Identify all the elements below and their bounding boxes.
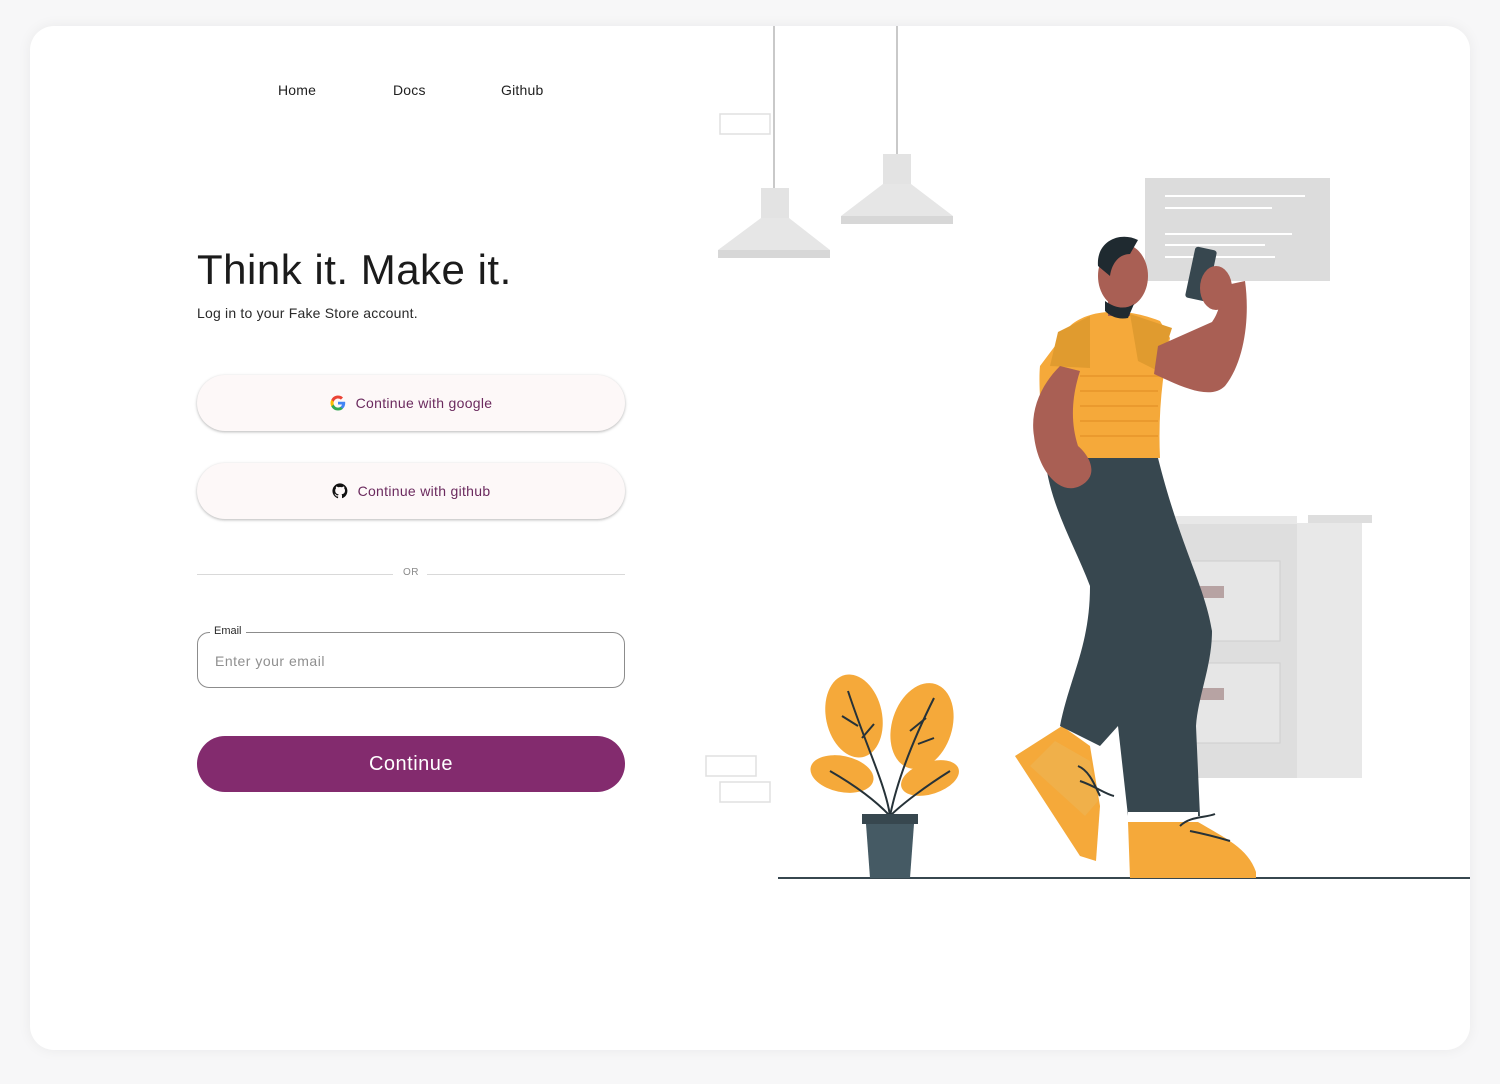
continue-with-github-button[interactable]: Continue with github (197, 463, 625, 519)
person-with-phone-illustration (705, 26, 1470, 879)
lamp-right-icon (841, 26, 953, 224)
potted-plant-icon (810, 674, 959, 878)
divider-line-right (427, 574, 625, 575)
wall-brick-icons (705, 113, 771, 803)
continue-button[interactable]: Continue (197, 736, 625, 792)
wall-board-icon (1145, 178, 1330, 281)
google-icon (330, 395, 346, 411)
email-input[interactable] (213, 633, 617, 689)
divider-text: OR (403, 567, 419, 578)
nav-github-link[interactable]: Github (501, 82, 543, 98)
google-button-label: Continue with google (355, 395, 493, 411)
email-field: Email (197, 625, 625, 689)
page-subtitle: Log in to your Fake Store account. (197, 305, 418, 321)
nav-docs-link[interactable]: Docs (393, 82, 426, 98)
or-divider: OR (197, 567, 625, 581)
continue-with-google-button[interactable]: Continue with google (197, 375, 625, 431)
page-title: Think it. Make it. (197, 246, 512, 293)
lamp-left-icon (718, 26, 830, 258)
login-page: Home Docs Github Think it. Make it. Log … (30, 26, 1470, 1050)
github-icon (331, 483, 348, 499)
nav-home-link[interactable]: Home (278, 82, 316, 98)
github-button-label: Continue with github (357, 483, 491, 499)
